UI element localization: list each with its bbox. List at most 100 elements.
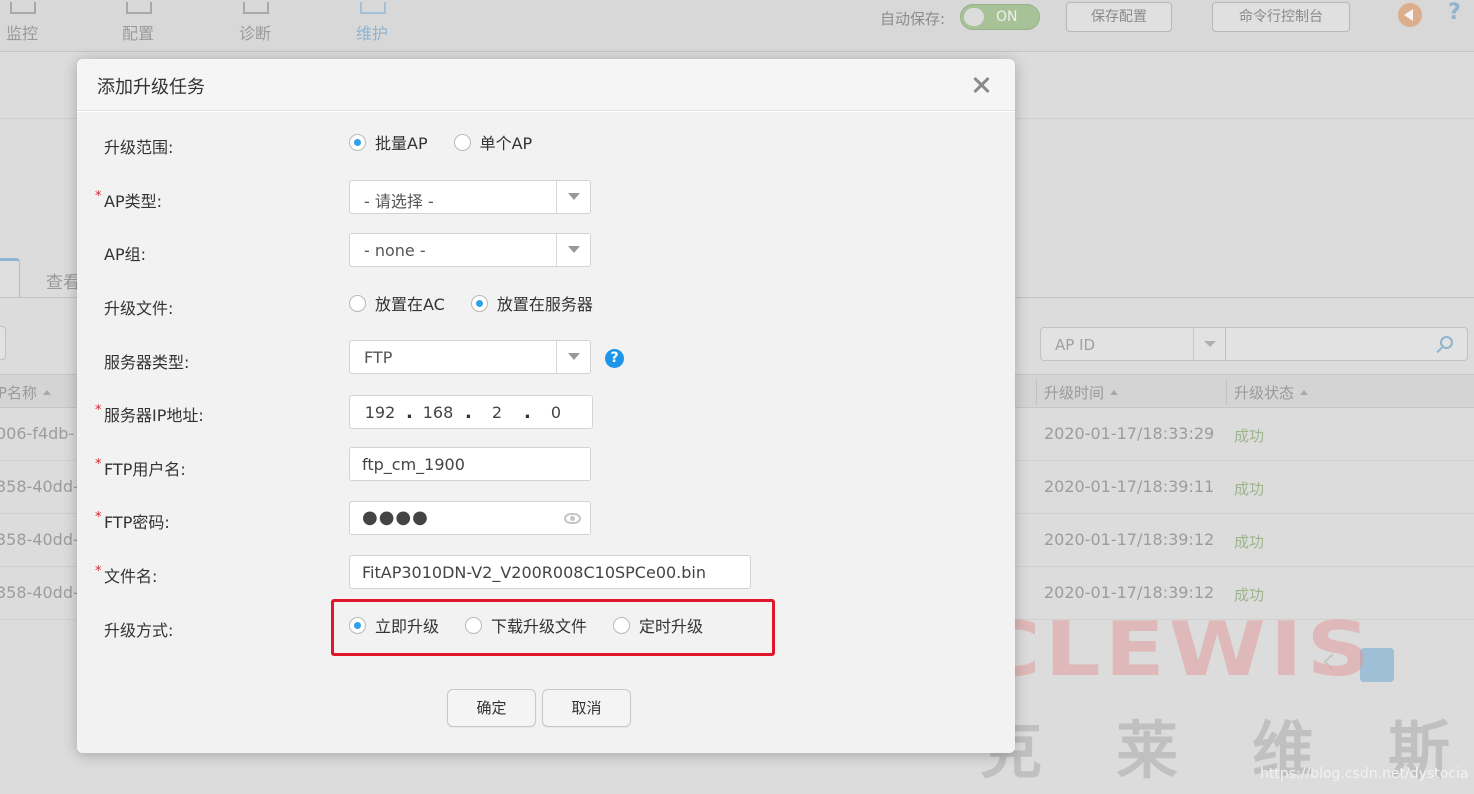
close-icon[interactable] [969,73,993,97]
save-config-button[interactable]: 保存配置 [1066,2,1172,32]
radio-on-server-label: 放置在服务器 [496,295,593,314]
cancel-button[interactable]: 取消 [542,689,631,727]
nav-monitor-label: 监控 [6,24,39,43]
radio-indicator[interactable] [349,616,366,634]
row-status: 成功 [1234,480,1265,498]
server-ip-input[interactable]: 192 . 168 . 2 . 0 [349,395,593,429]
help-icon[interactable]: ? [1448,0,1461,25]
autosave-toggle-state: ON [996,9,1018,25]
chevron-down-icon[interactable] [556,181,590,213]
server-type-select[interactable]: FTP [349,340,591,374]
col-upgrade-status[interactable]: 升级状态 [1234,382,1309,403]
nav-diagnose-label: 诊断 [239,24,272,43]
dialog-header: 添加升级任务 [77,59,1015,111]
filter-input-left[interactable] [0,326,6,360]
row-ap-name: 358-40dd- [0,583,79,602]
radio-single-ap-label: 单个AP [479,134,533,153]
upgrade-mode-label: 升级方式: [104,621,174,640]
row-status: 成功 [1234,427,1265,445]
ftp-username-input[interactable]: ftp_cm_1900 [349,447,591,481]
radio-scheduled-label: 定时升级 [639,617,704,636]
ip-octet-3[interactable]: 2 [474,403,520,422]
tab-view[interactable]: 查看 [46,268,80,293]
row-ap-name: 006-f4db- [0,424,75,443]
row-status: 成功 [1234,533,1265,551]
row-time: 2020-01-17/18:39:12 [1044,530,1215,549]
radio-upgrade-now[interactable]: 立即升级 [349,613,439,637]
add-upgrade-task-dialog: 添加升级任务 升级范围: 批量AP 单个AP * AP类型: - 请选择 - AP… [77,59,1015,753]
col-upgrade-time[interactable]: 升级时间 [1044,382,1119,403]
radio-scheduled[interactable]: 定时升级 [613,613,703,637]
file-name-label: * 文件名: [95,563,158,587]
required-mark: * [95,564,102,579]
ip-octet-2[interactable]: 168 [415,403,461,422]
row-time: 2020-01-17/18:39:11 [1044,477,1215,496]
tab-active[interactable] [0,258,20,298]
column-divider [1036,379,1037,405]
watermark-brand-en: CLEWIS [976,605,1374,693]
ftp-password-label-text: FTP密码: [104,513,170,532]
help-icon[interactable]: ? [605,349,624,368]
nav-monitor[interactable]: 监控 [6,2,39,44]
confirm-button[interactable]: 确定 [447,689,536,727]
server-type-value: FTP [364,348,393,367]
watermark-url: https://blog.csdn.net/dystocia [1260,766,1469,782]
chevron-down-icon[interactable] [556,341,590,373]
upgrade-file-label: 升级文件: [104,299,174,318]
password-mask: ●●●● [362,507,429,528]
ftp-password-input[interactable]: ●●●● [349,501,591,535]
search-icon[interactable] [1440,336,1453,349]
chevron-down-icon [1193,328,1225,360]
maintain-icon [360,2,386,14]
ip-separator: . [524,402,531,423]
nav-maintain-label: 维护 [356,24,389,43]
radio-indicator[interactable] [470,294,488,312]
nav-config[interactable]: 配置 [122,2,154,44]
radio-indicator[interactable] [453,133,471,151]
eye-icon[interactable] [564,513,581,524]
col-upgrade-time-label: 升级时间 [1044,384,1105,402]
back-icon[interactable] [1398,3,1422,27]
ip-octet-4[interactable]: 0 [533,403,579,422]
chevron-down-icon[interactable] [556,234,590,266]
col-ap-name-label: P名称 [0,384,38,402]
search-input[interactable] [1226,327,1468,361]
ip-octet-1[interactable]: 192 [357,403,403,422]
ip-separator: . [406,402,413,423]
column-divider [1226,379,1227,405]
radio-download-file[interactable]: 下载升级文件 [465,613,587,637]
cli-console-button[interactable]: 命令行控制台 [1212,2,1350,32]
dialog-body: 升级范围: 批量AP 单个AP * AP类型: - 请选择 - AP组: - no… [77,112,1015,753]
radio-indicator[interactable] [349,133,366,151]
ap-group-label: AP组: [104,245,146,264]
file-name-input[interactable]: FitAP3010DN-V2_V200R008C10SPCe00.bin [349,555,751,589]
ap-type-select[interactable]: - 请选择 - [349,180,591,214]
watermark-char: 莱 [1115,714,1178,787]
required-mark: * [95,457,102,472]
sort-icon [1110,390,1119,395]
ap-type-value: - 请选择 - [364,192,434,211]
radio-batch-ap[interactable]: 批量AP [349,130,428,154]
autosave-toggle[interactable]: ON [960,4,1040,30]
radio-indicator[interactable] [349,294,366,312]
filter-field-select[interactable]: AP ID [1040,327,1226,361]
ftp-user-label: * FTP用户名: [95,456,186,480]
row-time: 2020-01-17/18:39:12 [1044,583,1215,602]
ap-group-select[interactable]: - none - [349,233,591,267]
radio-single-ap[interactable]: 单个AP [453,130,533,154]
nav-diagnose[interactable]: 诊断 [239,2,272,44]
file-name-label-text: 文件名: [104,567,158,586]
col-ap-name[interactable]: P名称 [0,382,52,403]
upgrade-scope-radio-group: 批量AP 单个AP [349,130,558,154]
ap-type-label-text: AP类型: [104,192,162,211]
radio-on-ac[interactable]: 放置在AC [349,291,445,315]
radio-indicator[interactable] [613,616,631,634]
radio-on-server[interactable]: 放置在服务器 [470,291,593,315]
ap-type-label: * AP类型: [95,188,162,212]
dialog-title: 添加升级任务 [97,77,205,98]
nav-maintain[interactable]: 维护 [356,2,389,44]
required-mark: * [95,403,102,418]
diagnose-icon [243,2,269,14]
radio-indicator[interactable] [465,616,483,634]
row-ap-name: 358-40dd- [0,477,79,496]
